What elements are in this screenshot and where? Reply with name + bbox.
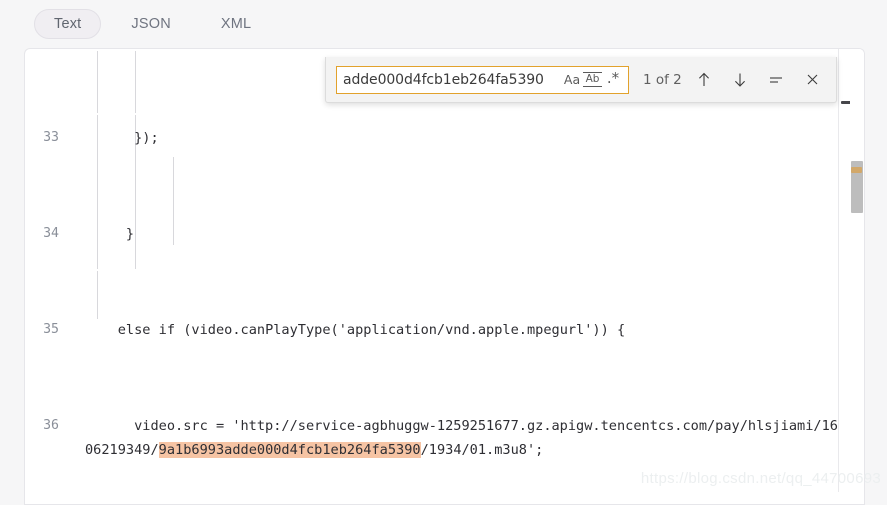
- thumb-match-marker: [851, 167, 862, 173]
- tab-text[interactable]: Text: [34, 9, 102, 39]
- code-editor-panel: 33 }); 34 } 35 else if (video.canPlayTyp…: [24, 48, 865, 492]
- code-line[interactable]: 35 else if (video.canPlayType('applicati…: [25, 318, 840, 342]
- match-count-label: 1 of 2: [643, 71, 682, 88]
- code-line[interactable]: 33 });: [25, 126, 840, 150]
- find-widget: Aa Ab .* 1 of 2: [325, 57, 837, 103]
- find-in-selection-icon[interactable]: [766, 70, 786, 90]
- vertical-scrollbar-thumb[interactable]: [851, 161, 863, 213]
- close-icon[interactable]: [802, 70, 822, 90]
- tab-xml[interactable]: XML: [201, 9, 271, 39]
- code-lines: 33 }); 34 } 35 else if (video.canPlayTyp…: [25, 54, 840, 492]
- tab-json[interactable]: JSON: [111, 9, 190, 39]
- line-content: else if (video.canPlayType('application/…: [85, 322, 626, 338]
- previous-match-icon[interactable]: [694, 70, 714, 90]
- code-text-area[interactable]: 33 }); 34 } 35 else if (video.canPlayTyp…: [25, 49, 840, 492]
- line-content: video.src = 'http://service-agbhuggw-125…: [85, 418, 838, 458]
- next-match-icon[interactable]: [730, 70, 750, 90]
- find-input[interactable]: [343, 71, 561, 88]
- line-content: });: [85, 130, 159, 146]
- editor-bottom-edge: [24, 492, 865, 505]
- whole-word-icon[interactable]: Ab: [583, 72, 602, 87]
- code-line[interactable]: 36 video.src = 'http://service-agbhuggw-…: [25, 414, 840, 462]
- match-case-icon[interactable]: Aa: [561, 69, 583, 91]
- line-number: 35: [43, 322, 59, 337]
- find-input-wrapper[interactable]: Aa Ab .*: [336, 65, 629, 94]
- code-line[interactable]: 34 }: [25, 222, 840, 246]
- find-actions: [694, 70, 828, 90]
- format-tab-bar: Text JSON XML: [0, 0, 887, 48]
- line-number: 36: [43, 418, 59, 433]
- regex-icon[interactable]: .*: [602, 67, 624, 93]
- line-number: 33: [43, 130, 59, 145]
- line-content: }: [85, 226, 135, 242]
- search-match-highlight: 9a1b6993adde000d4fcb1eb264fa5390: [158, 442, 421, 458]
- vertical-scrollbar-track[interactable]: [850, 49, 864, 492]
- line-number: 34: [43, 226, 59, 241]
